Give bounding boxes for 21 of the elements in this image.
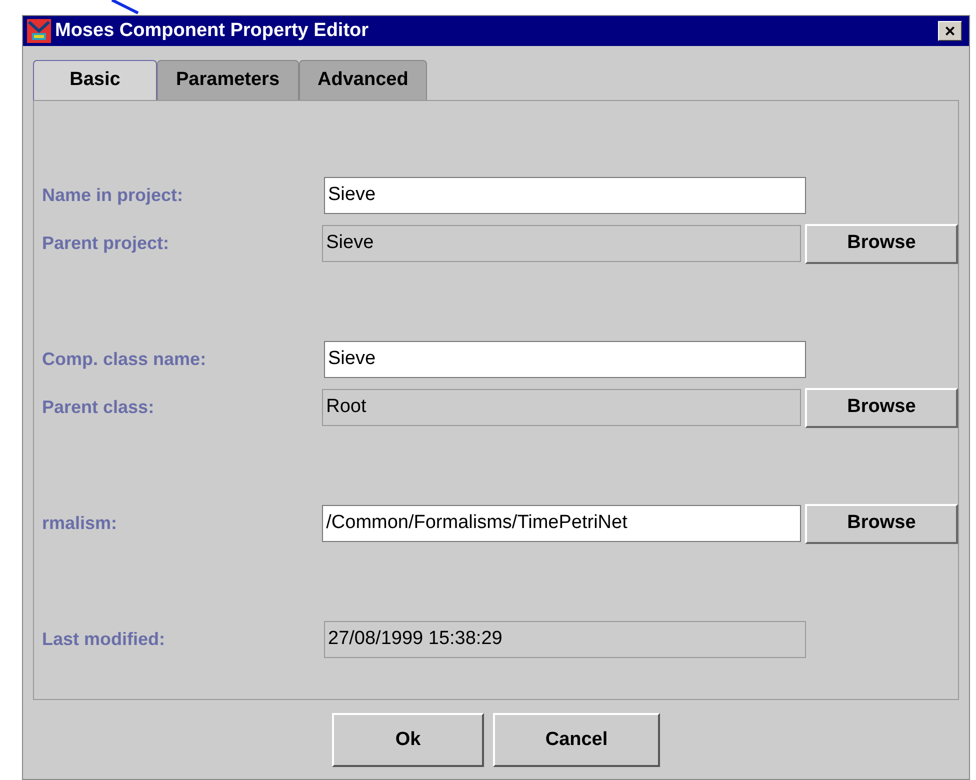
tab[interactable]: Advanced xyxy=(298,60,428,100)
field-label: Parent class: xyxy=(41,396,156,419)
dialog-button[interactable]: Cancel xyxy=(493,713,660,767)
field-label: Name in project: xyxy=(41,184,184,207)
browse-button[interactable]: Browse xyxy=(804,504,958,544)
window-title: Moses Component Property Editor xyxy=(55,18,369,43)
leader-line xyxy=(110,0,140,14)
text-field[interactable]: Sieve xyxy=(324,177,806,214)
dialog-button[interactable]: Ok xyxy=(332,713,484,767)
browse-button[interactable]: Browse xyxy=(804,224,958,264)
tab[interactable]: Parameters xyxy=(157,60,299,100)
field-label: Comp. class name: xyxy=(41,348,208,371)
app-icon xyxy=(27,19,51,43)
tab[interactable]: Basic xyxy=(33,60,157,100)
field-label: Last modified: xyxy=(41,628,166,651)
text-field[interactable]: /Common/Formalisms/TimePetriNet xyxy=(322,505,801,542)
browse-button[interactable]: Browse xyxy=(804,388,958,428)
text-field[interactable]: Sieve xyxy=(324,341,806,378)
field-label: rmalism: xyxy=(41,512,118,535)
field-label: Parent project: xyxy=(41,232,170,255)
close-button[interactable]: × xyxy=(938,21,962,41)
